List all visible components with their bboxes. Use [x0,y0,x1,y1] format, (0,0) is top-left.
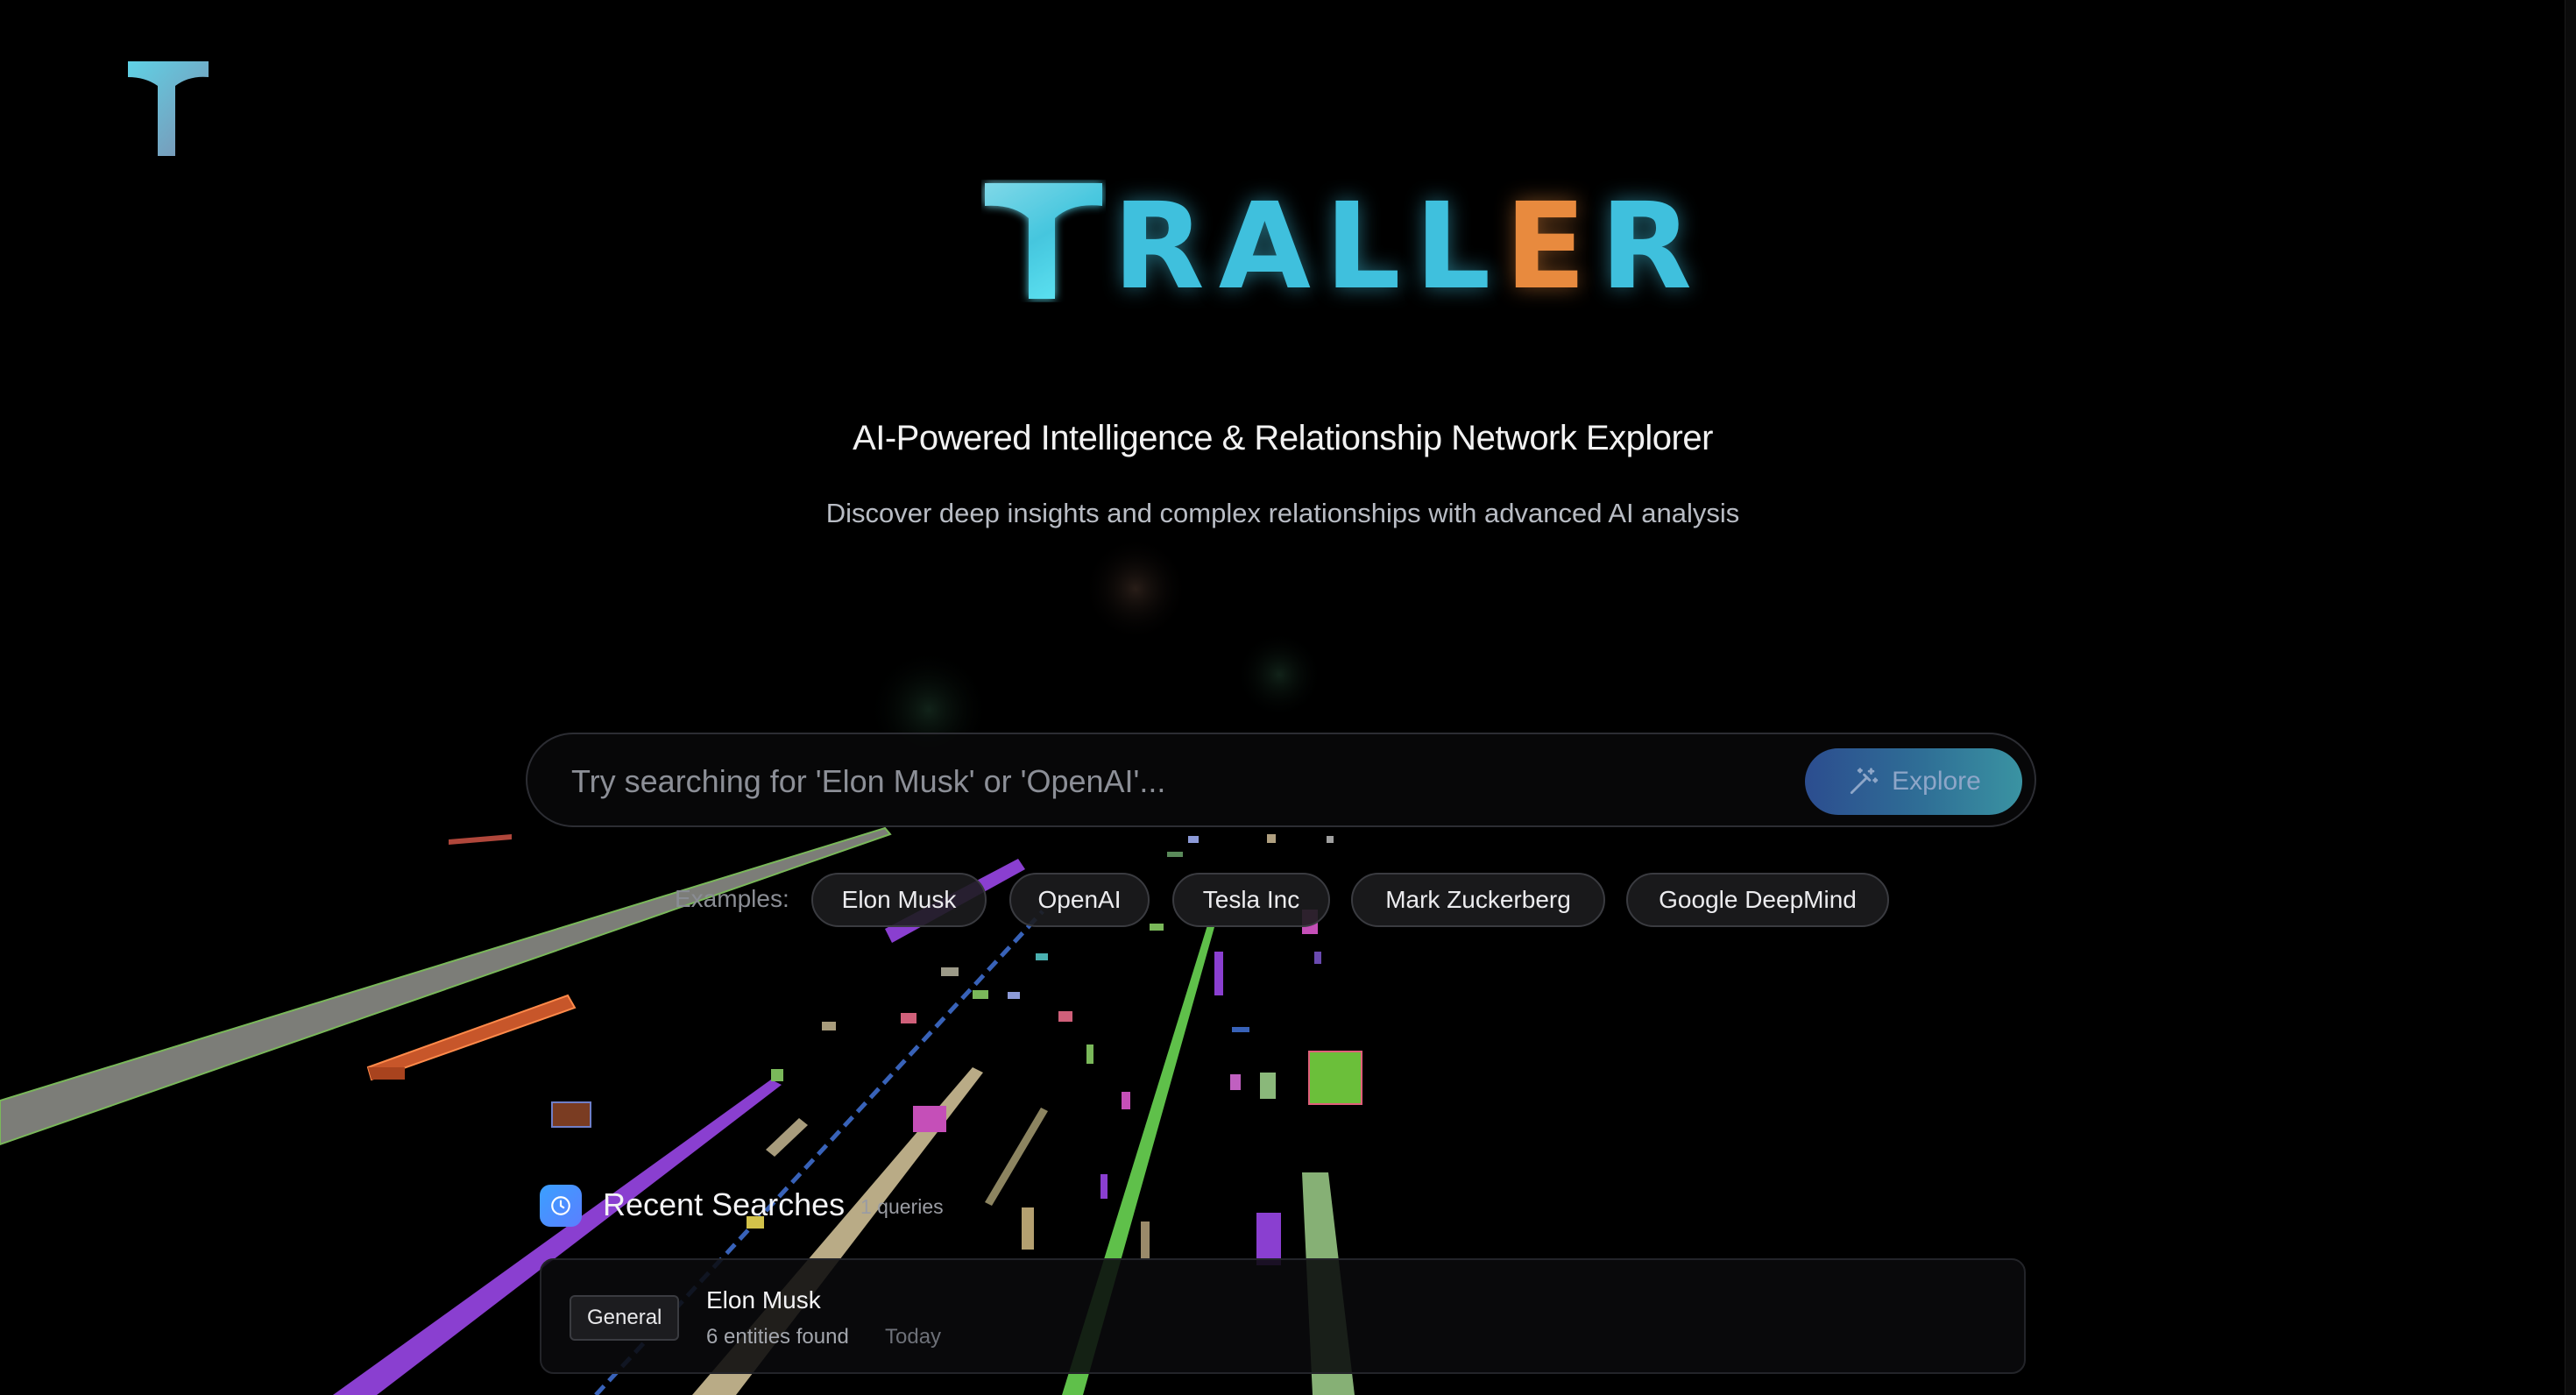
category-badge: General [570,1295,680,1341]
examples-label: Examples: [675,885,789,912]
brand-letter: E [1504,178,1601,316]
magic-wand-icon [1851,768,1879,795]
brand-wordmark: RALLER [1113,186,1706,308]
search-bar: Explore [526,733,2036,827]
corner-logo-icon[interactable] [128,61,209,156]
clock-icon [551,1196,570,1215]
recent-searches-count: 1 queries [860,1195,944,1218]
search-input[interactable] [570,754,1765,810]
example-chip-elon-musk[interactable]: Elon Musk [811,873,987,927]
recent-search-item[interactable]: General Elon Musk 6 entities found Today [540,1258,2026,1374]
recent-item-date: Today [885,1325,942,1349]
hero-tagline: AI-Powered Intelligence & Relationship N… [853,419,1713,457]
example-chip-openai[interactable]: OpenAI [1009,873,1150,927]
recent-searches-title: Recent Searches [603,1186,846,1222]
example-chip-google-deepmind[interactable]: Google DeepMind [1626,873,1889,927]
recent-item-title: Elon Musk [706,1286,821,1314]
explore-button[interactable]: Explore [1805,748,2022,815]
example-chip-mark-zuckerberg[interactable]: Mark Zuckerberg [1351,873,1605,927]
brand-letter: R [1600,178,1706,316]
page: RALLER AI-Powered Intelligence & Relatio… [0,0,2576,1395]
explore-button-label: Explore [1892,767,1981,796]
brand-logo-icon [985,183,1102,299]
brand-letter: L [1325,178,1415,316]
brand-letter: L [1414,178,1505,316]
scrollbar[interactable] [2565,0,2576,1395]
brand-letter: R [1113,178,1219,316]
example-chip-tesla-inc[interactable]: Tesla Inc [1172,873,1330,927]
recent-searches-icon [540,1185,582,1227]
recent-item-entity-count: 6 entities found [706,1325,849,1349]
brand-letter: A [1218,178,1325,316]
hero-subtitle: Discover deep insights and complex relat… [825,498,1740,528]
